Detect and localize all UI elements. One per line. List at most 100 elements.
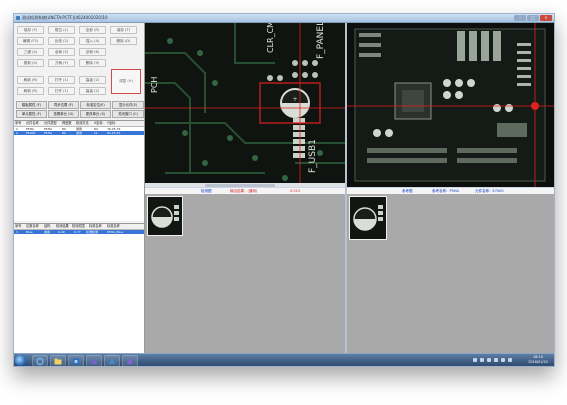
tool-button[interactable]: 全局 (5) bbox=[48, 48, 75, 56]
column-header[interactable]: 检测范围 bbox=[72, 224, 85, 229]
title-bar: 测试检测系统(UNCTA:PCTF)[4024001020]10 – □ × bbox=[14, 14, 554, 23]
tool-button[interactable]: 保存 (F) bbox=[17, 26, 44, 34]
clock[interactable]: 18:14 2016/01/20 bbox=[524, 355, 552, 366]
capacitor-thumbnail-graphic bbox=[148, 197, 182, 235]
column-header[interactable]: 位置名称 bbox=[26, 224, 39, 229]
table-row-selected[interactable]: 1 Blue 通用 0.90 0.77 标准检测 P5HA_Blue bbox=[14, 230, 144, 234]
table-cell: 通用 bbox=[44, 230, 51, 234]
show-component-button[interactable]: 显示元件(E) bbox=[112, 101, 144, 109]
minimize-button[interactable]: – bbox=[514, 15, 526, 21]
label-fpanel: F_PANEL bbox=[316, 23, 326, 59]
tool-button[interactable]: 刀柄 (Y) bbox=[48, 59, 75, 67]
column-header[interactable]: 元件名称 bbox=[26, 121, 39, 126]
network-icon[interactable] bbox=[494, 358, 498, 362]
app-icon bbox=[16, 15, 20, 20]
ie-icon[interactable] bbox=[32, 355, 48, 366]
result-value: 0.013 bbox=[290, 188, 301, 193]
app-icon-3[interactable] bbox=[104, 355, 120, 366]
tool-button[interactable]: 高级 (2) bbox=[79, 76, 106, 84]
zoomed-board-image[interactable]: + CLR_CMOS F_PANEL F_USB1 PCH bbox=[145, 23, 345, 187]
app-icon-4[interactable] bbox=[122, 355, 138, 366]
scroll-thumb[interactable] bbox=[205, 183, 275, 187]
sync-position-button[interactable]: 同步位置 (F) bbox=[48, 101, 79, 109]
label-clr: CLR_CMOS bbox=[266, 23, 275, 53]
tool-button[interactable]: 刷新 (R) bbox=[17, 87, 44, 95]
tool-button[interactable]: 删除 (9) bbox=[79, 59, 106, 67]
window-title: 测试检测系统(UNCTA:PCTF)[4024001020]10 bbox=[22, 15, 108, 20]
tool-button[interactable]: 比较 (2) bbox=[48, 37, 75, 45]
app-icon-1[interactable] bbox=[68, 355, 84, 366]
tool-button[interactable]: 打开 (1) bbox=[48, 87, 75, 95]
column-header[interactable]: 序号 bbox=[15, 224, 21, 229]
column-header[interactable]: 元件类型 bbox=[44, 121, 57, 126]
column-header[interactable]: 结构 bbox=[44, 224, 50, 229]
template-attr-button[interactable]: 模板属性 (F) bbox=[16, 101, 47, 109]
full-board-image[interactable] bbox=[347, 23, 554, 187]
tool-button[interactable]: 编辑 (F2) bbox=[17, 37, 44, 45]
table-cell: 0.90 bbox=[58, 230, 65, 234]
capacitor-reference-graphic bbox=[350, 197, 386, 239]
change-unit-button[interactable]: 更改单元 (S) bbox=[80, 110, 111, 118]
table-cell: 80 bbox=[62, 131, 66, 135]
column-header[interactable]: 标准名称 bbox=[89, 224, 102, 229]
tray-icon[interactable] bbox=[480, 358, 484, 362]
tool-button[interactable]: 高级 (2) bbox=[79, 87, 106, 95]
reference-panel-header: 参考图 参考名称：P5HA 元件名称：E7000 bbox=[347, 188, 554, 195]
detection-panel-header: 检测图 输出结果：(通用) 0.013 bbox=[145, 188, 345, 195]
table-cell: P5000 bbox=[26, 131, 36, 135]
tool-button[interactable]: 载位 (L) bbox=[48, 26, 75, 34]
tray-icon[interactable] bbox=[508, 358, 512, 362]
start-orb-icon[interactable] bbox=[15, 355, 26, 366]
column-header[interactable]: 检测结果 bbox=[56, 224, 69, 229]
tool-button[interactable]: 全部 (R) bbox=[79, 26, 106, 34]
detection-image-panel bbox=[145, 195, 345, 353]
table-row-selected[interactable]: 2 P5000 P5HA 80 通用 11 84.25.25 bbox=[14, 131, 144, 135]
tool-button[interactable]: 总和 (6) bbox=[79, 48, 106, 56]
reference-thumbnail[interactable] bbox=[349, 196, 387, 240]
label-fusb: F_USB1 bbox=[308, 139, 318, 173]
volume-icon[interactable] bbox=[501, 358, 505, 362]
tool-button[interactable]: 更新 (0) bbox=[17, 59, 44, 67]
column-header[interactable]: Y坐标 bbox=[107, 121, 115, 126]
column-header[interactable]: 焊盘数 bbox=[62, 121, 72, 126]
desktop-screen: 测试检测系统(UNCTA:PCTF)[4024001020]10 – □ × 保… bbox=[13, 13, 555, 367]
tray-icon[interactable] bbox=[487, 358, 491, 362]
panel-title: 参考图 bbox=[402, 188, 413, 193]
tool-button[interactable]: 打开 (1) bbox=[48, 76, 75, 84]
table-cell: 1 bbox=[16, 230, 18, 234]
standard-locate-button[interactable]: 标准定位(E) bbox=[80, 101, 111, 109]
tool-button[interactable]: 刷新 (R) bbox=[17, 76, 44, 84]
component-name: 元件名称：E7000 bbox=[475, 188, 504, 193]
table-cell: 0.77 bbox=[74, 230, 81, 234]
tray-icon[interactable] bbox=[473, 358, 477, 362]
column-header[interactable]: 序号 bbox=[15, 121, 21, 126]
table-cell: 84.25.25 bbox=[107, 131, 121, 135]
column-header[interactable]: 检测方法 bbox=[76, 121, 89, 126]
board-overview-graphic bbox=[347, 23, 554, 187]
column-header[interactable]: 标准名称 bbox=[107, 224, 120, 229]
tool-button[interactable]: 插入 (4) bbox=[79, 37, 106, 45]
folder-icon[interactable] bbox=[50, 355, 66, 366]
reference-name: 参考名称：P5HA bbox=[432, 188, 459, 193]
label-pch: PCH bbox=[150, 77, 159, 93]
close-button[interactable]: × bbox=[540, 15, 552, 21]
column-header[interactable]: X坐标 bbox=[94, 121, 103, 126]
image-horizontal-scrollbar[interactable] bbox=[145, 183, 345, 187]
result-label: 输出结果：(通用) bbox=[230, 188, 258, 193]
close-window-button[interactable]: 关闭窗口 (C) bbox=[112, 110, 144, 118]
tool-button[interactable]: 保存 (T) bbox=[110, 26, 137, 34]
tool-button[interactable]: 删除 (D) bbox=[110, 37, 137, 45]
table-cell: P5HA_Blue bbox=[107, 230, 124, 234]
unit-attr-button[interactable]: 单元属性 (F) bbox=[16, 110, 47, 118]
table-cell: 通用 bbox=[76, 131, 83, 135]
tool-button[interactable]: 三键 (4) bbox=[17, 48, 44, 56]
maximize-button[interactable]: □ bbox=[527, 15, 539, 21]
view-unit-button[interactable]: 查看单元 (G) bbox=[48, 110, 79, 118]
reference-image-panel bbox=[347, 195, 554, 353]
app-icon-2[interactable] bbox=[86, 355, 102, 366]
left-control-panel: 保存 (F) 载位 (L) 全部 (R) 保存 (T) 编辑 (F2) 比较 (… bbox=[14, 23, 145, 354]
table-cell: 标准检测 bbox=[86, 230, 99, 234]
adjust-button[interactable]: 调整 (H) bbox=[111, 69, 141, 94]
detection-thumbnail[interactable] bbox=[147, 196, 183, 236]
taskbar: 18:14 2016/01/20 bbox=[14, 353, 554, 366]
